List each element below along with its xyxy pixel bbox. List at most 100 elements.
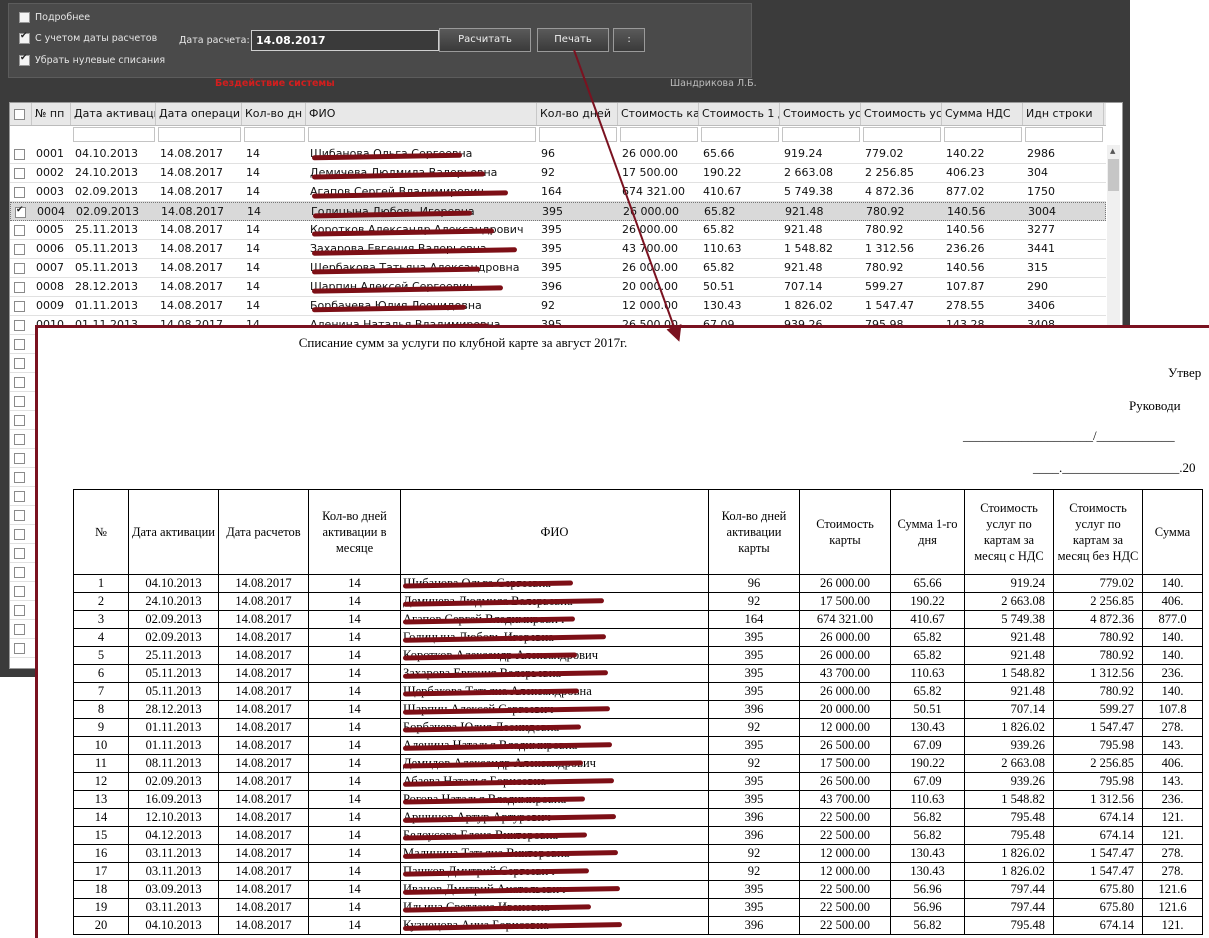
table-row[interactable]: 000705.11.201314.08.201714Щербакова Тать… bbox=[10, 259, 1106, 278]
remove-zero-option[interactable]: Убрать нулевые списания bbox=[19, 53, 165, 66]
grid-column-header[interactable]: Идн строки bbox=[1023, 103, 1104, 125]
row-checkbox[interactable] bbox=[14, 624, 25, 635]
with-date-checkbox[interactable] bbox=[19, 31, 30, 44]
report-cell-text: 03.11.2013 bbox=[145, 900, 202, 914]
row-checkbox[interactable] bbox=[14, 434, 25, 445]
print-button[interactable]: Печать bbox=[537, 28, 609, 52]
table-cell: 1750 bbox=[1027, 185, 1055, 198]
filter-input[interactable] bbox=[1025, 127, 1103, 142]
report-row: 13 16.09.2013 14.08.2017 14 Рогова Наталья В… bbox=[73, 790, 1203, 809]
report-cell: 921.48 bbox=[964, 646, 1054, 665]
grid-column-header[interactable]: Дата операци bbox=[156, 103, 242, 125]
with-date-option[interactable]: С учетом даты расчетов bbox=[19, 31, 157, 44]
table-cell: 1 312.56 bbox=[865, 242, 914, 255]
row-checkbox[interactable] bbox=[14, 453, 25, 464]
report-cell-text: 65.66 bbox=[913, 576, 942, 590]
report-cell: 121.6 bbox=[1142, 898, 1203, 917]
report-cell: 140. bbox=[1142, 574, 1203, 593]
grid-column-header[interactable]: Стоимость ус bbox=[780, 103, 861, 125]
row-checkbox[interactable] bbox=[14, 225, 25, 236]
row-checkbox[interactable] bbox=[14, 605, 25, 616]
calc-date-input[interactable]: 14.08.2017 bbox=[251, 30, 439, 51]
row-checkbox[interactable] bbox=[14, 510, 25, 521]
report-cell: Кузнецова Анна Борисовна bbox=[400, 916, 709, 935]
row-checkbox[interactable] bbox=[14, 263, 25, 274]
report-cell-text: 1 547.47 bbox=[1090, 864, 1134, 878]
table-row[interactable]: 000525.11.201314.08.201714Коротков Алекс… bbox=[10, 221, 1106, 240]
row-checkbox[interactable] bbox=[14, 301, 25, 312]
row-checkbox[interactable] bbox=[14, 472, 25, 483]
table-row[interactable]: 000224.10.201314.08.201714Демичева Людми… bbox=[10, 164, 1106, 183]
grid-column-header[interactable]: ФИО bbox=[306, 103, 537, 125]
row-checkbox[interactable] bbox=[14, 187, 25, 198]
table-row[interactable]: 000104.10.201314.08.201714Шибанова Ольга… bbox=[10, 145, 1106, 164]
scrollbar-thumb[interactable] bbox=[1108, 159, 1119, 191]
row-checkbox[interactable] bbox=[14, 491, 25, 502]
row-checkbox[interactable] bbox=[14, 339, 25, 350]
report-cell: 26 000.00 bbox=[799, 646, 891, 665]
grid-column-header[interactable]: Кол-во дн bbox=[242, 103, 306, 125]
select-all-checkbox[interactable] bbox=[14, 109, 25, 120]
report-cell-text: 26 000.00 bbox=[820, 576, 870, 590]
grid-column-header[interactable]: Стоимость ус bbox=[861, 103, 942, 125]
filter-input[interactable] bbox=[244, 127, 305, 142]
filter-input[interactable] bbox=[73, 127, 155, 142]
row-checkbox[interactable] bbox=[14, 282, 25, 293]
row-checkbox[interactable] bbox=[14, 320, 25, 331]
grid-column-header[interactable]: № пп bbox=[32, 103, 71, 125]
select-all-header[interactable] bbox=[10, 103, 32, 125]
more-button[interactable]: : bbox=[613, 28, 645, 52]
remove-zero-checkbox[interactable] bbox=[19, 53, 30, 66]
row-checkbox[interactable] bbox=[14, 244, 25, 255]
filter-input[interactable] bbox=[944, 127, 1022, 142]
report-cell-text: 12 000.00 bbox=[820, 864, 870, 878]
row-checkbox[interactable] bbox=[14, 548, 25, 559]
report-cell: 03.11.2013 bbox=[128, 844, 219, 863]
table-row[interactable]: 000605.11.201314.08.201714Захарова Евген… bbox=[10, 240, 1106, 259]
table-row[interactable]: 000901.11.201314.08.201714Борбачева Юлия… bbox=[10, 297, 1106, 316]
report-cell-text: 396 bbox=[744, 810, 764, 824]
row-checkbox[interactable] bbox=[14, 529, 25, 540]
row-checkbox[interactable] bbox=[14, 149, 25, 160]
filter-input[interactable] bbox=[620, 127, 698, 142]
row-checkbox[interactable] bbox=[14, 377, 25, 388]
grid-column-header[interactable]: Кол-во дней bbox=[537, 103, 618, 125]
row-checkbox[interactable] bbox=[15, 205, 26, 218]
filter-input[interactable] bbox=[158, 127, 241, 142]
report-cell-text: 28.12.2013 bbox=[145, 702, 202, 716]
report-cell: 65.66 bbox=[890, 574, 965, 593]
row-checkbox[interactable] bbox=[14, 168, 25, 179]
table-cell: 14.08.2017 bbox=[160, 299, 223, 312]
report-cell: 01.11.2013 bbox=[128, 718, 219, 737]
row-checkbox[interactable] bbox=[14, 643, 25, 654]
table-cell: 304 bbox=[1027, 166, 1048, 179]
table-cell: 0003 bbox=[36, 185, 64, 198]
table-row[interactable]: 000302.09.201314.08.201714Агапов Сергей … bbox=[10, 183, 1106, 202]
filter-input[interactable] bbox=[863, 127, 941, 142]
row-checkbox[interactable] bbox=[14, 586, 25, 597]
filter-input[interactable] bbox=[701, 127, 779, 142]
report-cell-text: 674 321.00 bbox=[816, 612, 874, 626]
detailed-checkbox[interactable] bbox=[19, 12, 30, 23]
filter-input[interactable] bbox=[308, 127, 536, 142]
report-cell: 28.12.2013 bbox=[128, 700, 219, 719]
grid-column-header[interactable]: Сумма НДС bbox=[942, 103, 1023, 125]
row-checkbox[interactable] bbox=[14, 358, 25, 369]
filter-input[interactable] bbox=[782, 127, 860, 142]
table-cell: 278.55 bbox=[946, 299, 985, 312]
table-cell: 14 bbox=[246, 280, 260, 293]
grid-column-header[interactable]: Стоимость ка bbox=[618, 103, 699, 125]
filter-input[interactable] bbox=[539, 127, 617, 142]
row-checkbox[interactable] bbox=[14, 415, 25, 426]
table-row[interactable]: 000828.12.201314.08.201714Шарпин Алексей… bbox=[10, 278, 1106, 297]
table-row[interactable]: 000402.09.201314.08.201714Голицына Любов… bbox=[10, 202, 1106, 221]
row-checkbox[interactable] bbox=[14, 567, 25, 578]
grid-column-header[interactable]: Дата активаци bbox=[71, 103, 156, 125]
calculate-button[interactable]: Расчитать bbox=[439, 28, 531, 52]
report-cell-text: 1 547.47 bbox=[1090, 720, 1134, 734]
row-checkbox[interactable] bbox=[14, 396, 25, 407]
detailed-option[interactable]: Подробнее bbox=[19, 12, 90, 23]
scroll-up-icon[interactable]: ▲ bbox=[1110, 147, 1115, 155]
report-cell-text: 67.09 bbox=[913, 738, 942, 752]
grid-column-header[interactable]: Стоимость 1 д bbox=[699, 103, 780, 125]
